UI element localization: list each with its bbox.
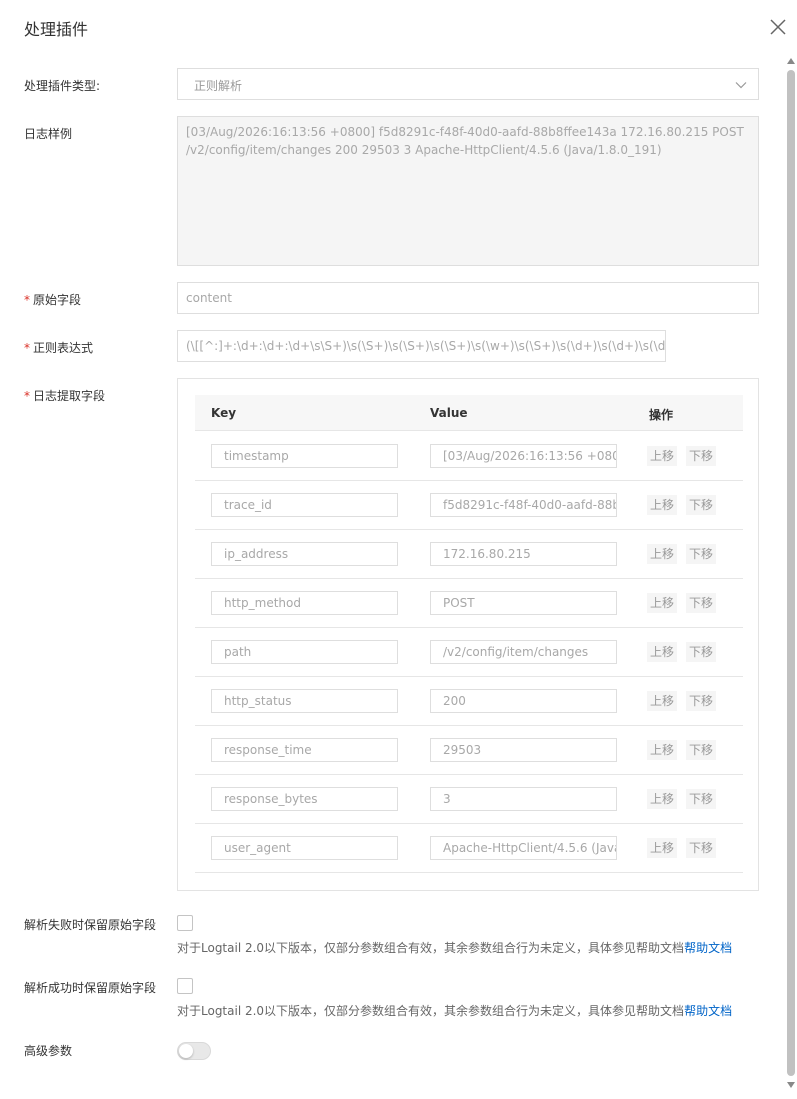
field-key-input[interactable]: path [211, 640, 398, 664]
keep-on-fail-label: 解析失败时保留原始字段 [24, 918, 157, 932]
table-row: timestamp [03/Aug/2026:16:13:56 +0800] 上… [195, 432, 743, 481]
move-up-button[interactable]: 上移 [647, 593, 678, 613]
column-key: Key [211, 406, 237, 420]
source-field-label: * 原始字段 [24, 291, 81, 308]
required-mark: * [24, 293, 30, 307]
keep-on-success-label: 解析成功时保留原始字段 [24, 981, 157, 995]
advanced-label: 高级参数 [24, 1044, 73, 1058]
column-value: Value [430, 406, 468, 420]
move-down-button[interactable]: 下移 [686, 789, 717, 809]
field-value-input[interactable]: 29503 [430, 738, 617, 762]
regex-label-text: 正则表达式 [33, 341, 94, 355]
required-mark: * [24, 341, 30, 355]
move-up-button[interactable]: 上移 [647, 838, 678, 858]
field-value-input[interactable]: 3 [430, 787, 617, 811]
keep-on-fail-help: 对于Logtail 2.0以下版本，仅部分参数组合有效，其余参数组合行为未定义，… [177, 939, 732, 956]
table-row: path /v2/config/item/changes 上移 下移 [195, 628, 743, 677]
field-value-input[interactable]: f5d8291c-f48f-40d0-aafd-88b8ffee143a [430, 493, 617, 517]
field-value-input[interactable]: POST [430, 591, 617, 615]
extract-fields-label: * 日志提取字段 [24, 387, 105, 404]
keep-on-success-help: 对于Logtail 2.0以下版本，仅部分参数组合有效，其余参数组合行为未定义，… [177, 1002, 732, 1019]
move-up-button[interactable]: 上移 [647, 446, 678, 466]
table-row: response_time 29503 上移 下移 [195, 726, 743, 775]
extract-fields-table: Key Value 操作 timestamp [03/Aug/2026:16:1… [177, 378, 759, 891]
advanced-toggle[interactable] [177, 1042, 211, 1060]
table-header: Key Value 操作 [195, 395, 743, 431]
move-down-button[interactable]: 下移 [686, 691, 717, 711]
field-key-input[interactable]: http_status [211, 689, 398, 713]
field-key-input[interactable]: user_agent [211, 836, 398, 860]
regex-label: * 正则表达式 [24, 339, 93, 356]
keep-on-fail-help-text: 对于Logtail 2.0以下版本，仅部分参数组合有效，其余参数组合行为未定义，… [177, 941, 685, 955]
table-row: trace_id f5d8291c-f48f-40d0-aafd-88b8ffe… [195, 481, 743, 530]
move-up-button[interactable]: 上移 [647, 495, 678, 515]
table-row: http_method POST 上移 下移 [195, 579, 743, 628]
plugin-type-select[interactable]: 正则解析 [177, 68, 759, 100]
dialog-header: 处理插件 [0, 0, 797, 56]
plugin-type-label: 处理插件类型: [24, 79, 101, 93]
required-mark: * [24, 389, 30, 403]
field-value-input[interactable]: /v2/config/item/changes [430, 640, 617, 664]
scroll-down-arrow-icon[interactable] [787, 1082, 795, 1088]
move-up-button[interactable]: 上移 [647, 740, 678, 760]
move-up-button[interactable]: 上移 [647, 642, 678, 662]
field-key-input[interactable]: http_method [211, 591, 398, 615]
move-down-button[interactable]: 下移 [686, 740, 717, 760]
regex-input[interactable]: (\[[^:]+:\d+:\d+:\d+\s\S+)\s(\S+)\s(\S+)… [177, 330, 666, 362]
close-button[interactable] [767, 16, 789, 38]
log-sample-textarea[interactable]: [03/Aug/2026:16:13:56 +0800] f5d8291c-f4… [177, 116, 759, 266]
field-value-input[interactable]: Apache-HttpClient/4.5.6 (Java/1.8.0_191) [430, 836, 617, 860]
field-value-input[interactable]: 200 [430, 689, 617, 713]
help-doc-link[interactable]: 帮助文档 [684, 941, 732, 955]
keep-on-success-checkbox[interactable] [177, 978, 193, 994]
field-value-input[interactable]: 172.16.80.215 [430, 542, 617, 566]
source-field-label-text: 原始字段 [33, 293, 82, 307]
move-down-button[interactable]: 下移 [686, 495, 717, 515]
scroll-thumb[interactable] [787, 70, 795, 1076]
table-row: ip_address 172.16.80.215 上移 下移 [195, 530, 743, 579]
extract-fields-label-text: 日志提取字段 [33, 389, 106, 403]
close-icon [770, 19, 786, 35]
table-row: response_bytes 3 上移 下移 [195, 775, 743, 824]
scrollbar[interactable] [785, 56, 797, 1096]
move-down-button[interactable]: 下移 [686, 642, 717, 662]
move-up-button[interactable]: 上移 [647, 691, 678, 711]
plugin-type-value: 正则解析 [194, 79, 243, 93]
move-up-button[interactable]: 上移 [647, 789, 678, 809]
field-key-input[interactable]: response_time [211, 738, 398, 762]
keep-on-success-help-text: 对于Logtail 2.0以下版本，仅部分参数组合有效，其余参数组合行为未定义，… [177, 1004, 685, 1018]
field-value-input[interactable]: [03/Aug/2026:16:13:56 +0800] [430, 444, 617, 468]
move-down-button[interactable]: 下移 [686, 544, 717, 564]
field-key-input[interactable]: ip_address [211, 542, 398, 566]
move-down-button[interactable]: 下移 [686, 446, 717, 466]
field-key-input[interactable]: trace_id [211, 493, 398, 517]
dialog-title: 处理插件 [24, 20, 89, 39]
column-action: 操作 [649, 408, 674, 422]
move-down-button[interactable]: 下移 [686, 838, 717, 858]
keep-on-fail-checkbox[interactable] [177, 915, 193, 931]
table-row: http_status 200 上移 下移 [195, 677, 743, 726]
field-key-input[interactable]: timestamp [211, 444, 398, 468]
log-sample-label: 日志样例 [24, 127, 73, 141]
table-row: user_agent Apache-HttpClient/4.5.6 (Java… [195, 824, 743, 873]
scroll-up-arrow-icon[interactable] [787, 58, 795, 64]
source-field-input[interactable]: content [177, 282, 759, 314]
chevron-down-icon [735, 82, 747, 89]
help-doc-link[interactable]: 帮助文档 [684, 1004, 732, 1018]
move-down-button[interactable]: 下移 [686, 593, 717, 613]
toggle-knob [179, 1044, 193, 1058]
move-up-button[interactable]: 上移 [647, 544, 678, 564]
field-key-input[interactable]: response_bytes [211, 787, 398, 811]
